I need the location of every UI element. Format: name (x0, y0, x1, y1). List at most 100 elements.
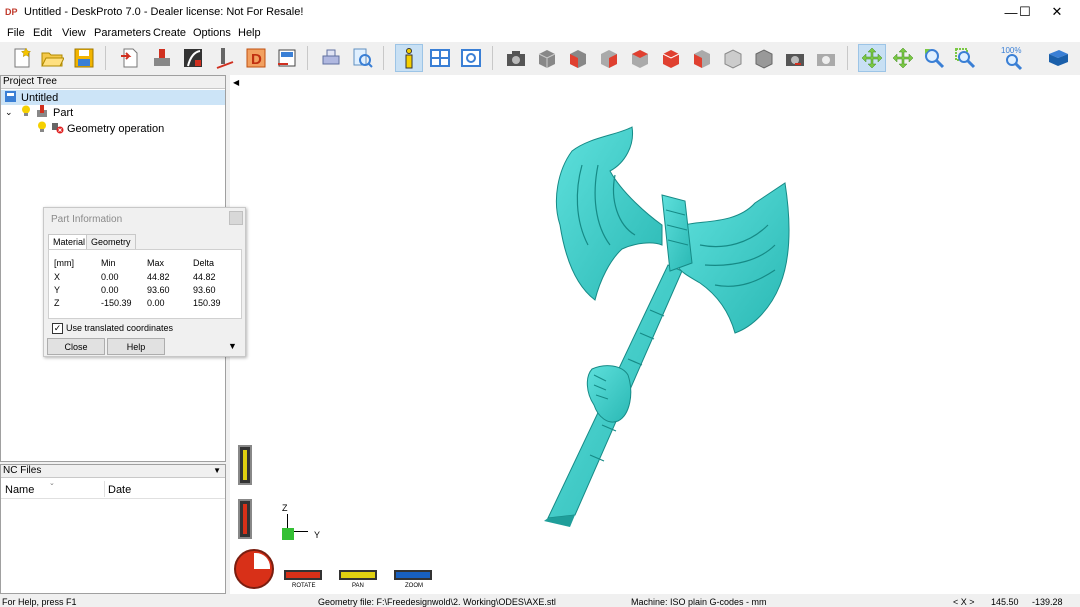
inspect-icon[interactable] (348, 44, 376, 72)
status-geometry-file: Geometry file: F:\Freedesignwold\2. Work… (318, 597, 556, 607)
import-geometry-icon[interactable] (116, 44, 144, 72)
part-icon[interactable] (148, 44, 176, 72)
write-nc-icon[interactable] (273, 44, 301, 72)
tree-item-part[interactable]: ⌄ Part (1, 104, 74, 121)
print-preview-icon[interactable] (317, 44, 345, 72)
part-info-icon[interactable] (395, 44, 423, 72)
close-window-button[interactable]: ✕ (1034, 0, 1080, 24)
view-default-icon[interactable] (750, 44, 778, 72)
dialog-title: Part Information (51, 214, 123, 225)
zoom-all-icon[interactable]: 100% (1000, 44, 1028, 72)
tree-item-untitled[interactable]: Untitled (1, 90, 225, 105)
zoom-window-icon[interactable] (951, 44, 979, 72)
level-indicator-red (238, 499, 252, 539)
svg-text:D: D (251, 51, 262, 68)
project-tree-header: Project Tree (1, 76, 225, 89)
menu-parameters[interactable]: Parameters (94, 27, 151, 39)
row-z-max: 0.00 (147, 298, 165, 308)
view-right-icon[interactable] (657, 44, 685, 72)
translated-coordinates-label: Use translated coordinates (66, 323, 174, 333)
view-iso-icon[interactable] (533, 44, 561, 72)
window-layout-icon[interactable] (457, 44, 485, 72)
help-book-icon[interactable] (1044, 44, 1072, 72)
view-left-icon[interactable] (626, 44, 654, 72)
rotate-label: ROTATE (292, 583, 316, 589)
table-header-unit: [mm] (54, 258, 74, 268)
save-icon[interactable] (70, 44, 98, 72)
translated-coordinates-checkbox[interactable]: ✓ (52, 323, 63, 334)
zoom-thumbwheel[interactable] (394, 570, 432, 580)
status-machine: Machine: ISO plain G-codes - mm (631, 597, 767, 607)
tree-label-untitled: Untitled (21, 91, 59, 104)
toolpath-icon[interactable] (211, 44, 239, 72)
lightbulb-icon[interactable] (21, 105, 31, 120)
render-icon[interactable] (812, 44, 840, 72)
table-header-delta: Delta (193, 258, 215, 268)
table-header-max: Max (147, 258, 165, 268)
rotate-thumbwheel[interactable] (284, 570, 322, 580)
collapse-chevron-icon[interactable]: ⌄ (5, 107, 17, 118)
row-z-delta: 150.39 (193, 298, 221, 308)
column-header-name[interactable]: Name (5, 484, 34, 496)
tree-item-geometry-operation[interactable]: Geometry operation (1, 121, 164, 136)
svg-text:100%: 100% (1001, 46, 1021, 55)
row-z-min: -150.39 (101, 298, 132, 308)
expand-arrow-icon[interactable]: ▼ (228, 341, 237, 351)
dropdown-arrow-icon[interactable]: ▼ (213, 466, 221, 475)
menu-view[interactable]: View (62, 27, 86, 39)
menu-file[interactable]: File (7, 27, 25, 39)
menu-options[interactable]: Options (193, 27, 231, 39)
axe-model (544, 126, 790, 527)
window-title: Untitled - DeskProto 7.0 - Dealer licens… (24, 6, 304, 18)
pan-tool-icon[interactable] (889, 44, 917, 72)
menu-edit[interactable]: Edit (33, 27, 52, 39)
column-header-date[interactable]: Date (108, 484, 131, 496)
tab-material[interactable]: Material (48, 234, 91, 249)
draw-toolpath-icon[interactable]: D (242, 44, 270, 72)
app-logo-icon: DP (5, 4, 19, 18)
view-top-icon[interactable] (688, 44, 716, 72)
operation-error-icon (50, 121, 64, 137)
tab-geometry[interactable]: Geometry (86, 234, 136, 249)
snapshot-icon[interactable] (781, 44, 809, 72)
project-icon (4, 90, 17, 106)
new-file-icon[interactable] (8, 44, 36, 72)
row-x-min: 0.00 (101, 272, 119, 282)
lightbulb-icon[interactable] (37, 121, 47, 136)
zoom-in-icon[interactable] (920, 44, 948, 72)
toolbar: D 100% (0, 42, 1080, 74)
sort-indicator-icon: ⌄ (49, 480, 55, 487)
level-indicator-yellow (238, 445, 252, 485)
view-front-icon[interactable] (564, 44, 592, 72)
part-icon (36, 104, 48, 121)
nc-files-columns: Name ⌄ Date (1, 479, 225, 499)
row-x-label: X (54, 272, 61, 282)
axis-label-y: Y (314, 530, 321, 540)
layout-icon[interactable] (426, 44, 454, 72)
open-folder-icon[interactable] (38, 44, 66, 72)
rotate-dial[interactable] (234, 549, 274, 589)
row-y-min: 0.00 (101, 285, 119, 295)
status-coord-label: < X > (953, 597, 975, 607)
status-help: For Help, press F1 (2, 597, 77, 607)
tree-label-part: Part (53, 106, 74, 119)
pan-thumbwheel[interactable] (339, 570, 377, 580)
status-bar: For Help, press F1 Geometry file: F:\Fre… (0, 596, 1080, 607)
3d-viewport[interactable]: ◀ Z Y ROTATE PAN ZOOM (230, 75, 1080, 594)
dialog-close-icon[interactable] (229, 211, 243, 225)
view-bottom-icon[interactable] (719, 44, 747, 72)
rotate-tool-icon[interactable] (858, 44, 886, 72)
title-bar: DP Untitled - DeskProto 7.0 - Dealer lic… (0, 0, 1080, 24)
help-button[interactable]: Help (107, 338, 165, 355)
nc-files-panel: NC Files ▼ Name ⌄ Date (0, 464, 226, 594)
operation-icon[interactable] (179, 44, 207, 72)
menu-help[interactable]: Help (238, 27, 261, 39)
view-back-icon[interactable] (595, 44, 623, 72)
part-information-dialog: Part Information Material Geometry [mm] … (43, 207, 246, 357)
menu-create[interactable]: Create (153, 27, 186, 39)
row-x-max: 44.82 (147, 272, 170, 282)
camera-icon[interactable] (502, 44, 530, 72)
axis-label-z: Z (282, 503, 288, 513)
menu-bar: File Edit View Parameters Create Options… (0, 24, 1080, 42)
close-button[interactable]: Close (47, 338, 105, 355)
